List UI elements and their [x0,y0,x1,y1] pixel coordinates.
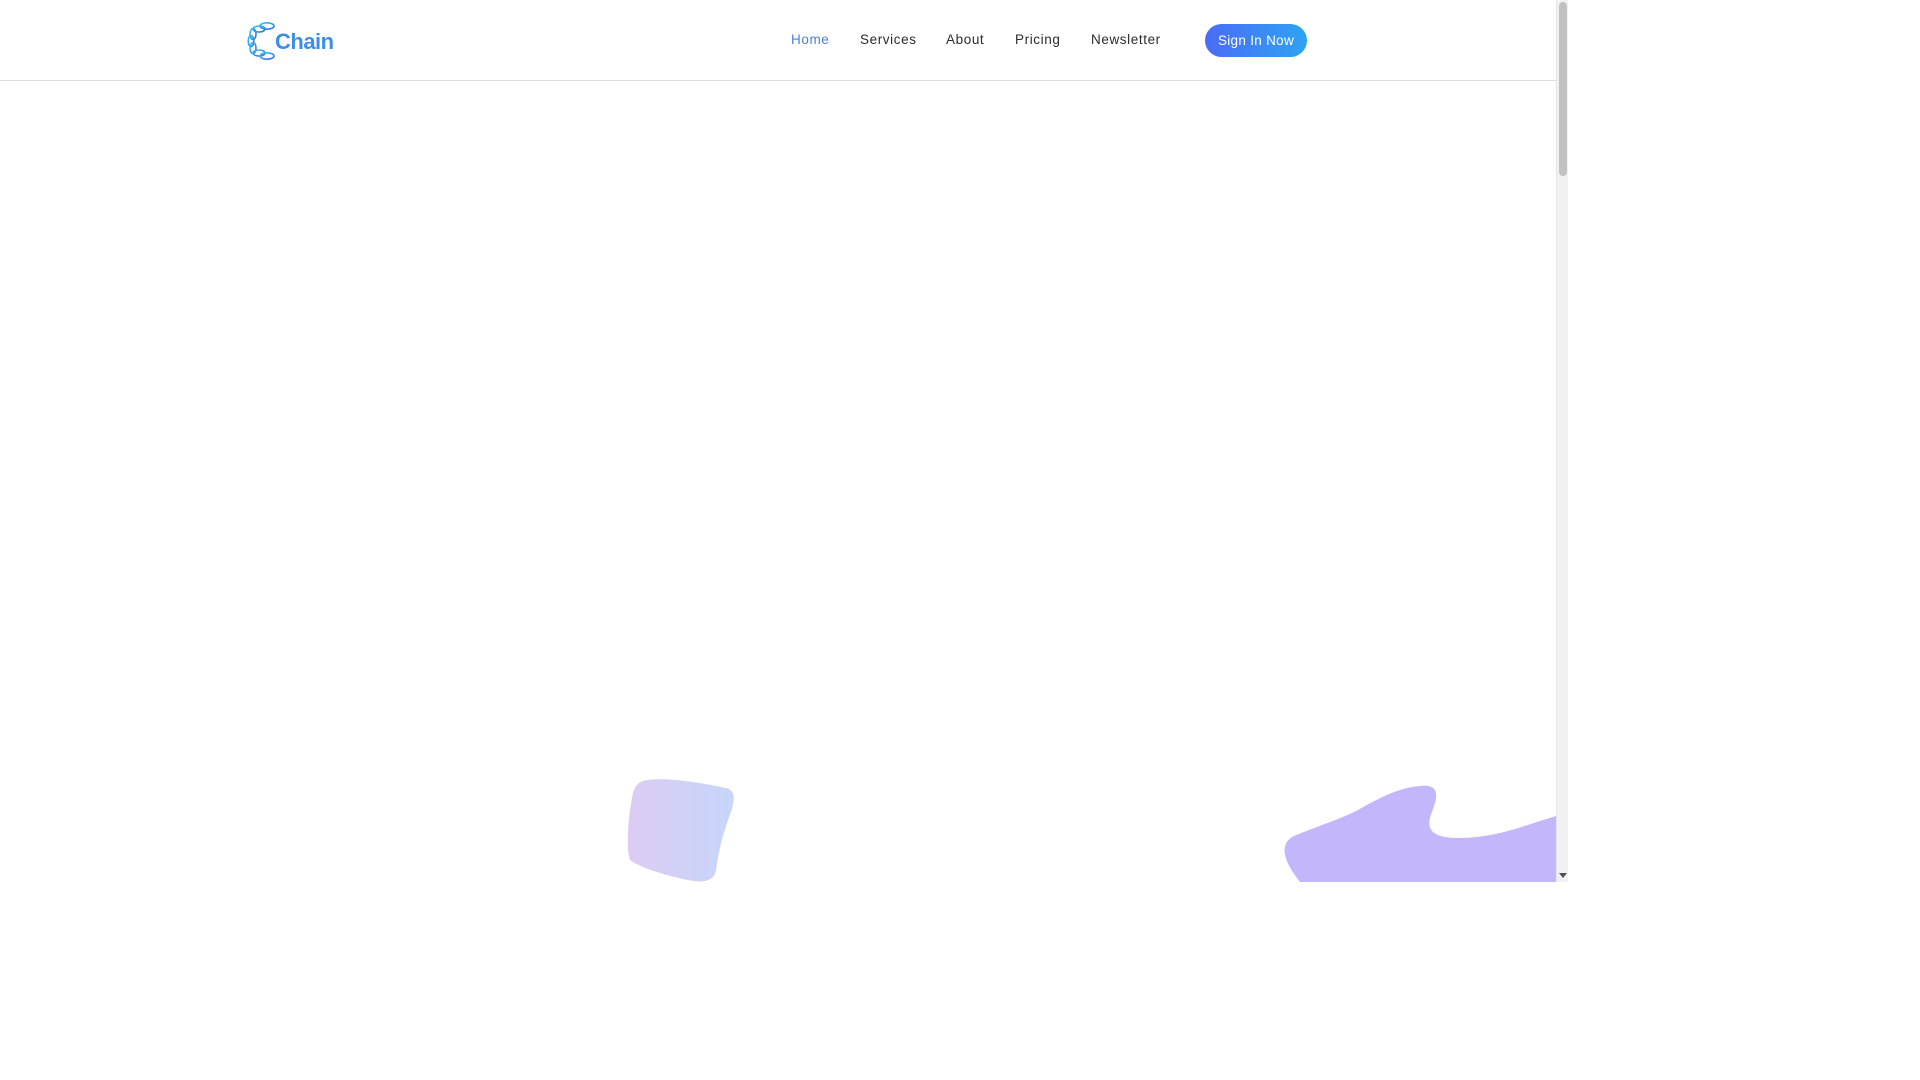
nav-home-link[interactable]: Home [791,30,829,50]
gradient-blob-shape [627,779,734,882]
logo-text: Chain [275,29,334,54]
scroll-down-arrow-icon[interactable] [1557,870,1568,882]
logo-link[interactable]: Chain [247,21,334,61]
page: Chain Home Services About Pricing Newsle… [0,0,1568,882]
sign-in-button[interactable]: Sign In Now [1205,24,1307,57]
nav-about-link[interactable]: About [946,30,984,50]
vertical-scrollbar[interactable] [1556,0,1568,882]
hero-section [0,82,1556,882]
nav-services-link[interactable]: Services [860,30,917,50]
chain-c-logo-icon [247,21,275,60]
nav-pricing-link[interactable]: Pricing [1015,30,1060,50]
purple-wave-shape [1284,785,1556,882]
scrollbar-thumb[interactable] [1559,2,1567,176]
nav-newsletter-link[interactable]: Newsletter [1091,30,1161,50]
viewport: Chain Home Services About Pricing Newsle… [0,0,1556,882]
site-header: Chain Home Services About Pricing Newsle… [0,0,1556,81]
